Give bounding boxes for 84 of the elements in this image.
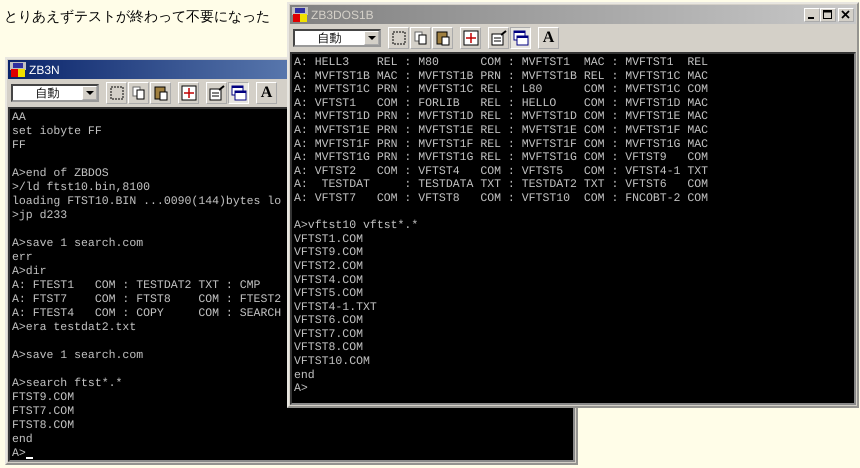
console-line: A: FTEST4 COM : COPY COM : SEARCH: [12, 307, 282, 321]
font-button[interactable]: A: [538, 27, 559, 49]
console-line: A: FTEST1 COM : TESTDAT2 TXT : CMP: [12, 279, 260, 293]
console-line: A: TESTDAT : TESTDATA TXT : TESTDAT2 TXT : VFTST6 COM: [294, 178, 708, 192]
console-line: A: VFTST1 COM : FORLIB REL : HELLO COM : MVFTST1D MAC: [294, 96, 708, 110]
console-line: A: VFTST2 COM : VFTST4 COM : VFTST5 COM : VFTST4-1 TXT: [294, 164, 708, 178]
console-line: AA: [12, 111, 26, 125]
caret-icon: [368, 36, 376, 40]
minimize-icon: [808, 16, 814, 18]
console-line: A: VFTST7 COM : VFTST8 COM : VFTST10 COM : FNCOBT-2 COM: [294, 192, 708, 206]
console-line: A>: [294, 382, 308, 396]
font-size-dropdown[interactable]: 自動: [11, 84, 99, 102]
console-line: VFTST2.COM: [294, 260, 364, 274]
font-button[interactable]: A: [256, 82, 277, 104]
console-line: A>: [12, 447, 26, 460]
console-line: A>search ftst*.*: [12, 377, 122, 391]
console-line: FTST7.COM: [12, 405, 74, 419]
dashed-rectangle-icon: [108, 85, 124, 101]
caret-icon: [86, 91, 94, 95]
paste-icon: [152, 85, 168, 101]
background-button[interactable]: [510, 27, 531, 49]
msdos-icon: [292, 6, 308, 22]
console-line: A: FTST7 COM : FTST8 COM : FTEST2: [12, 293, 282, 307]
msdos-icon: [10, 62, 26, 78]
copy-icon: [130, 85, 146, 101]
console-line: VFTST9.COM: [294, 246, 364, 260]
dashed-rectangle-icon: [390, 30, 406, 46]
console-line: >jp d233: [12, 209, 68, 223]
console-line: A>save 1 search.com: [12, 349, 144, 363]
copy-button[interactable]: [128, 82, 149, 104]
console-line: A: MVFTST1E PRN : MVFTST1E REL : MVFTST1E COM : MVFTST1F MAC: [294, 124, 708, 138]
console-line: VFTST6.COM: [294, 314, 364, 328]
window-title: ZB3N: [29, 62, 60, 76]
console-line: FF: [12, 139, 26, 153]
console-line: VFTST1.COM: [294, 232, 364, 246]
properties-icon: [208, 85, 224, 101]
paste-button[interactable]: [150, 82, 171, 104]
properties-button[interactable]: [206, 82, 227, 104]
mark-button[interactable]: [388, 27, 409, 49]
console-line: A: MVFTST1C PRN : MVFTST1C REL : L80 COM : MVFTST1C COM: [294, 83, 708, 97]
close-icon: [841, 10, 851, 20]
console-line: >/ld ftst10.bin,8100: [12, 181, 150, 195]
console-line: VFTST10.COM: [294, 355, 370, 369]
console-line: VFTST5.COM: [294, 287, 364, 301]
close-button[interactable]: [838, 8, 854, 22]
console-line: A>dir: [12, 265, 47, 279]
console-line: loading FTST10.BIN ...0090(144)bytes lo: [12, 195, 282, 209]
properties-button[interactable]: [488, 27, 509, 49]
minimize-button[interactable]: [804, 8, 820, 22]
fullscreen-button[interactable]: [460, 27, 481, 49]
console-line: set iobyte FF: [12, 125, 102, 139]
console-line: VFTST8.COM: [294, 341, 364, 356]
console-line: end: [12, 433, 33, 447]
background-button[interactable]: [228, 82, 249, 104]
console-line: VFTST4-1.TXT: [294, 300, 377, 314]
console-line: A>vftst10 vftst*.*: [294, 219, 418, 233]
console-line: A: MVFTST1B MAC : MVFTST1B PRN : MVFTST1B REL : MVFTST1C MAC: [294, 70, 708, 84]
window-title: ZB3DOS1B: [311, 8, 374, 22]
copy-button[interactable]: [410, 27, 431, 49]
console-line: A: HELL3 REL : M80 COM : MVFTST1 MAC : MVFTST1 REL: [294, 56, 708, 70]
maximize-icon: [823, 10, 833, 20]
console-line: err: [12, 251, 33, 265]
console-line: A: MVFTST1F PRN : MVFTST1F REL : MVFTST1F COM : MVFTST1G MAC: [294, 138, 708, 152]
fullscreen-button[interactable]: [178, 82, 199, 104]
mark-button[interactable]: [106, 82, 127, 104]
copy-icon: [412, 30, 428, 46]
font-size-dropdown[interactable]: 自動: [293, 29, 381, 47]
console-line: FTST9.COM: [12, 391, 74, 405]
paste-button[interactable]: [432, 27, 453, 49]
page-heading: とりあえずテストが終わって不要になった: [4, 8, 270, 26]
windows-icon: [512, 30, 528, 46]
console-line: A>era testdat2.txt: [12, 321, 136, 335]
console-line: A>save 1 search.com: [12, 237, 144, 251]
console-line: FTST8.COM: [12, 419, 74, 433]
console-line: end: [294, 368, 315, 382]
maximize-button[interactable]: [820, 8, 836, 22]
console-line: A: MVFTST1G PRN : MVFTST1G REL : MVFTST1G COM : VFTST9 COM: [294, 151, 708, 165]
console-line: VFTST7.COM: [294, 328, 364, 342]
paste-icon: [434, 30, 450, 46]
properties-icon: [490, 30, 506, 46]
windows-icon: [230, 85, 246, 101]
console-line: A: MVFTST1D PRN : MVFTST1D REL : MVFTST1D COM : MVFTST1E MAC: [294, 110, 708, 124]
console-line: VFTST4.COM: [294, 274, 364, 288]
console-line: A>end of ZBDOS: [12, 167, 109, 181]
